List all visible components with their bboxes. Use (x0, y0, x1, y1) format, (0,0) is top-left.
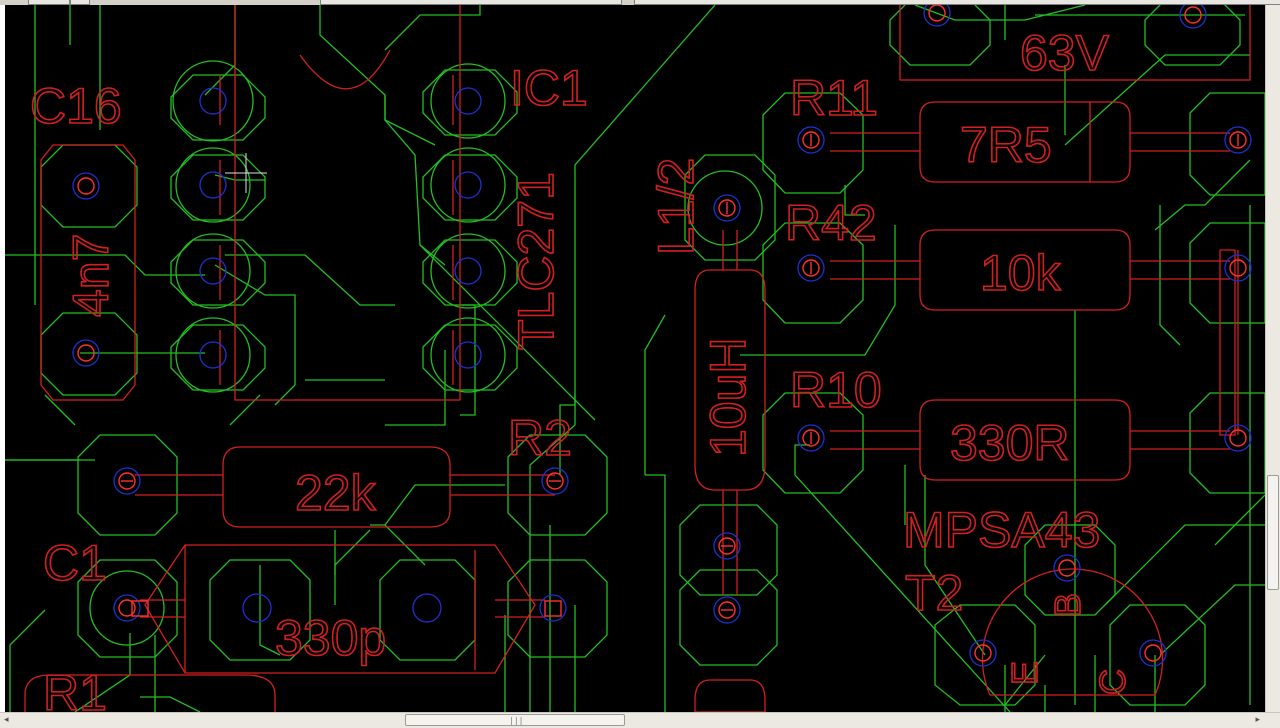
label-c16: C16 (30, 78, 122, 134)
silkscreen-labels: C16 4n7 IC1 TLC271 63V R11 7R5 L1/2 10uH… (29, 24, 1134, 712)
label-t2: T2 (905, 565, 963, 621)
drill-hole (454, 341, 482, 369)
pads (72, 5, 1252, 667)
drill-hole (72, 172, 100, 200)
pad-outline (1189, 92, 1265, 196)
trace (794, 444, 1011, 712)
value-ic1: TLC271 (508, 172, 564, 350)
value-l1: 10uH (700, 337, 756, 457)
component-outline (694, 679, 766, 712)
pad-outline (379, 559, 476, 661)
pad (77, 177, 95, 195)
trace (140, 696, 201, 712)
drill-hole (454, 171, 482, 199)
label-r42: R42 (785, 195, 877, 251)
trace (384, 5, 481, 51)
pad-outline (77, 434, 178, 536)
t2-pin-e: E (1004, 661, 1045, 685)
pad-ring (172, 60, 254, 142)
value-c16: 4n7 (63, 234, 119, 317)
crosshair-cursor-icon (225, 153, 267, 193)
trace (914, 5, 1086, 21)
horizontal-scroll-thumb[interactable]: ||| (405, 714, 625, 726)
pad-ring (430, 233, 506, 309)
pcb-canvas[interactable]: C16 4n7 IC1 TLC271 63V R11 7R5 L1/2 10uH… (5, 5, 1265, 712)
drill-hole (412, 593, 442, 623)
pad-outline (40, 312, 138, 396)
trace (1159, 584, 1265, 656)
pad-outline (40, 144, 138, 228)
scroll-grip-icon: ||| (509, 716, 524, 725)
pad-ring (175, 317, 251, 393)
label-r1: R1 (43, 665, 107, 712)
drill-hole (199, 87, 227, 115)
drill-hole (923, 5, 951, 27)
vertical-scrollbar[interactable] (1265, 5, 1280, 712)
pad-ring (175, 147, 251, 223)
pad-ring (430, 63, 506, 139)
drill-hole (1053, 554, 1081, 582)
value-r10: 330R (950, 415, 1070, 471)
drill-hole (113, 594, 141, 622)
trace (384, 484, 505, 526)
trace (385, 350, 446, 426)
pad-outline (1144, 5, 1241, 66)
trace (214, 264, 296, 406)
drill-hole (199, 341, 227, 369)
drill-hole (242, 593, 272, 623)
trace (1159, 205, 1181, 346)
label-ic1: IC1 (510, 60, 588, 116)
trace (334, 529, 371, 605)
ic1-notch (299, 49, 391, 90)
value-r2: 22k (295, 465, 377, 521)
drill-hole (539, 594, 567, 622)
trace (645, 474, 666, 712)
pad-outline (1189, 222, 1265, 324)
pad (1144, 644, 1162, 662)
label-c1: C1 (43, 535, 107, 591)
trace (460, 304, 476, 416)
value-r11: 7R5 (960, 117, 1052, 173)
drill-hole (454, 87, 482, 115)
component-outline-ic1 (234, 5, 461, 401)
pad-outline (1189, 392, 1265, 494)
trace (9, 609, 46, 712)
pad-ring (430, 147, 506, 223)
pad-ring (175, 233, 251, 309)
trace (319, 5, 436, 146)
pad-outline (507, 559, 608, 658)
value-r42: 10k (980, 245, 1062, 301)
trace (644, 314, 666, 475)
drill-hole (454, 257, 482, 285)
horizontal-scrollbar[interactable]: ◂ ||| ▸ (0, 712, 1280, 728)
value-c1: 330p (275, 610, 386, 666)
pad-outline (679, 504, 778, 596)
drill-hole (199, 171, 227, 199)
label-r10: R10 (790, 362, 882, 418)
value-t2: MPSA43 (903, 502, 1100, 558)
pad (544, 600, 562, 617)
t2-pin-c: C (1092, 669, 1133, 695)
drill-hole (1179, 5, 1207, 29)
label-r11: R11 (790, 70, 878, 126)
scroll-right-icon[interactable]: ▸ (1255, 715, 1260, 725)
pad-ring (430, 317, 506, 393)
t2-pin-b: B (1047, 593, 1088, 617)
component-outline (1219, 249, 1236, 436)
trace (1214, 494, 1265, 546)
drill-hole (199, 257, 227, 285)
label-l1: L1/2 (648, 158, 704, 255)
label-r2: R2 (508, 410, 572, 466)
value-top-cap: 63V (1020, 25, 1110, 81)
scroll-left-icon[interactable]: ◂ (4, 715, 9, 725)
trace (1104, 524, 1265, 606)
pad (1058, 559, 1076, 577)
vertical-scroll-thumb[interactable] (1267, 475, 1279, 590)
